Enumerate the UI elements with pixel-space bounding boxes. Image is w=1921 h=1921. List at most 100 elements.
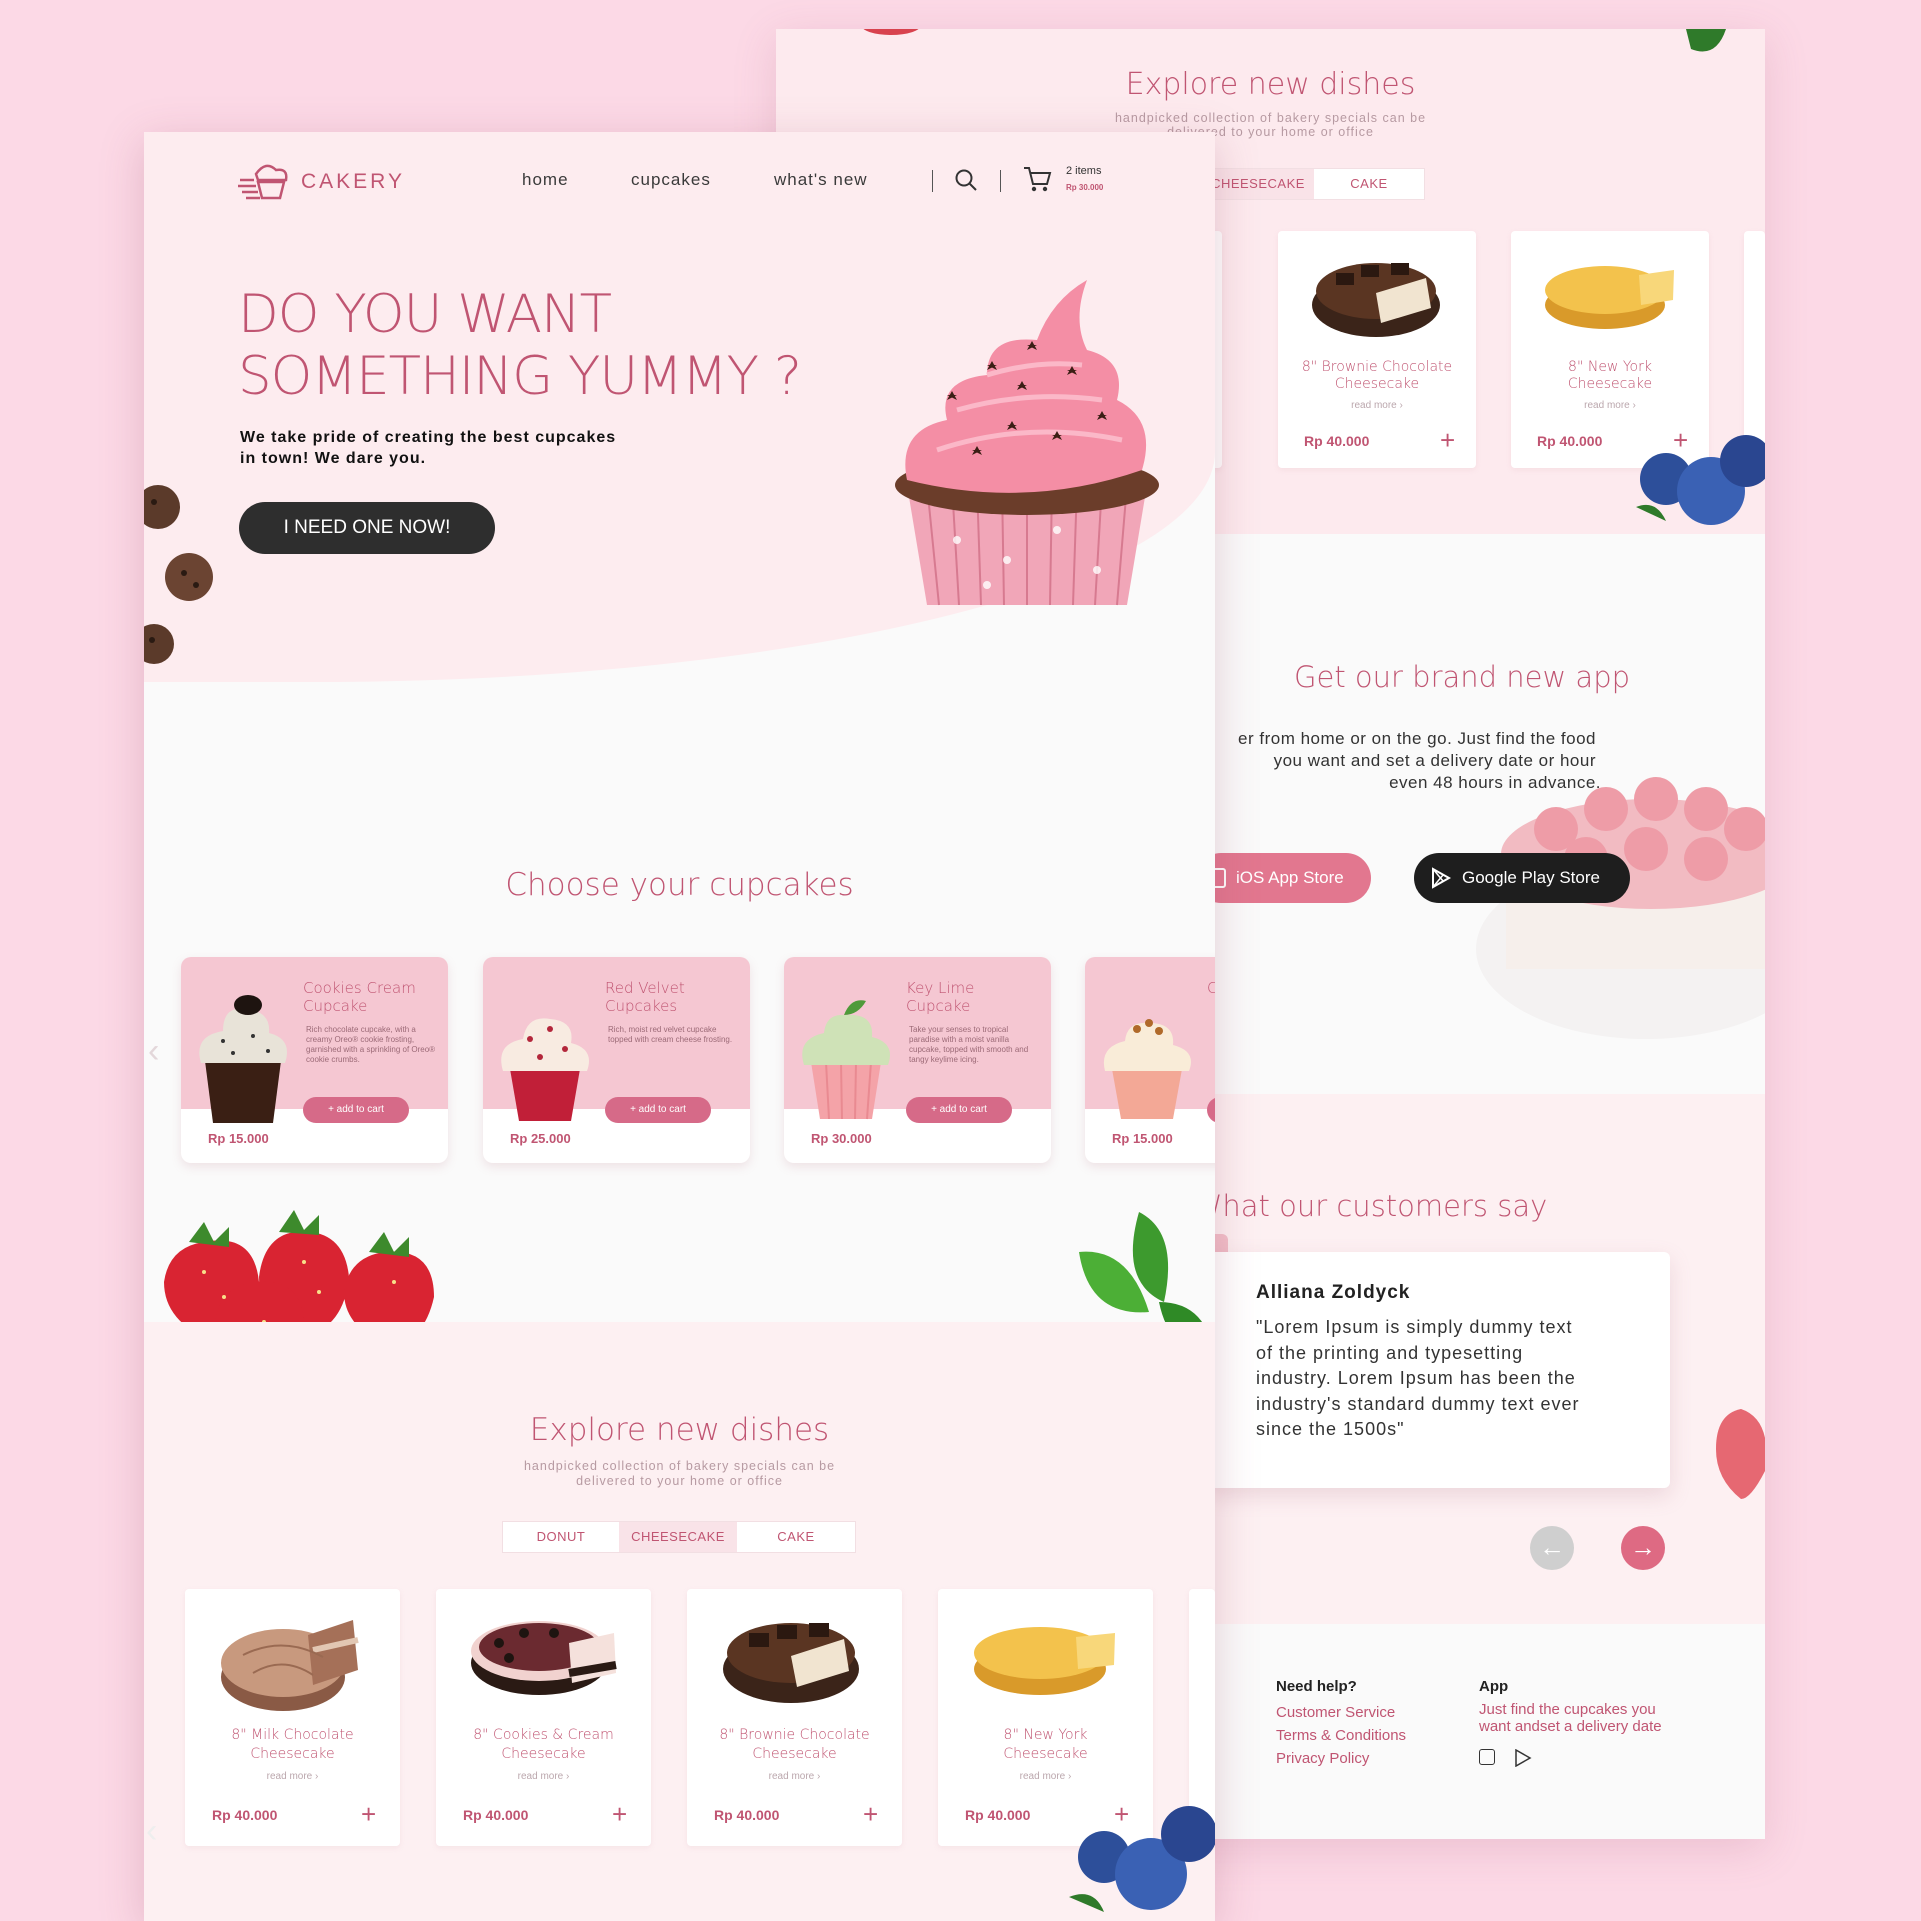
read-more-link[interactable]: read more › <box>687 1771 902 1782</box>
dish-card[interactable]: 8" Cookies & Cream Cheesecake read more … <box>436 1589 651 1846</box>
carousel-prev-icon[interactable]: ‹ <box>148 1032 159 1071</box>
dish-name-2: Cheesecake <box>250 1746 335 1762</box>
read-more-link[interactable]: read more › <box>1278 400 1476 411</box>
quote-line: industry. Lorem Ipsum has been the <box>1256 1368 1576 1388</box>
cookies-image <box>144 485 213 664</box>
strawberry-image <box>1716 1409 1765 1499</box>
search-icon[interactable] <box>954 168 978 192</box>
explore-title: Explore new dishes <box>529 1412 830 1448</box>
dish-card[interactable]: 8" Milk Chocolate Cheesecake read more ›… <box>185 1589 400 1846</box>
app-store-icon[interactable] <box>1479 1749 1495 1765</box>
tab-donut[interactable]: DONUT <box>503 1522 619 1552</box>
front-page: CAKERY home cupcakes what's new 2 items … <box>144 132 1215 1921</box>
mint-leaf-image <box>1686 29 1726 52</box>
hero-cupcake-image <box>895 280 1159 606</box>
tab-cheesecake[interactable]: CHEESECAKE <box>619 1522 737 1552</box>
add-icon[interactable]: + <box>612 1801 627 1827</box>
dish-name: 8" Milk Chocolate <box>231 1727 354 1743</box>
nav-home[interactable]: home <box>522 170 569 190</box>
dish-name-2: Cheesecake <box>1003 1746 1088 1762</box>
next-arrow-icon[interactable]: → <box>1621 1526 1665 1570</box>
brownie-chocolate-cheesecake-image <box>723 1623 859 1703</box>
cupcake-name: Red Velvet Cupcakes <box>605 979 685 1015</box>
ios-store-button[interactable]: iOS App Store <box>1196 853 1371 903</box>
brand-name[interactable]: CAKERY <box>301 170 405 194</box>
dish-name: 8" Brownie Chocolate <box>719 1727 870 1743</box>
cupcake-price: Rp 15.000 <box>208 1131 269 1146</box>
explore-subtitle-back: handpicked collection of bakery specials… <box>1114 111 1427 125</box>
dish-card[interactable]: 8" Brownie Chocolate Cheesecake read mor… <box>687 1589 902 1846</box>
footer-link-privacy[interactable]: Privacy Policy <box>1276 1747 1369 1770</box>
cupcake-price: Rp 30.000 <box>811 1131 872 1146</box>
tab-cake[interactable]: CAKE <box>1314 169 1424 199</box>
dish-name-2: Cheesecake <box>501 1746 586 1762</box>
google-play-button[interactable]: Google Play Store <box>1414 853 1630 903</box>
hero-title: DO YOU WANT SOMETHING YUMMY ? <box>238 284 802 408</box>
cart-icon[interactable] <box>1022 164 1052 194</box>
nav-cupcakes[interactable]: cupcakes <box>631 170 711 190</box>
new-york-cheesecake-image <box>974 1627 1115 1695</box>
cupcake-card[interactable]: Red Velvet Cupcakes Rich, moist red velv… <box>483 957 750 1163</box>
read-more-link[interactable]: read more › <box>1511 400 1709 411</box>
read-more-link[interactable]: read more › <box>938 1771 1153 1782</box>
hero-cta-button[interactable]: I NEED ONE NOW! <box>239 502 495 554</box>
cupcake-price: Rp 25.000 <box>510 1131 571 1146</box>
add-to-cart-button[interactable]: + add to cart <box>605 1097 711 1123</box>
cupcake-desc: Rich chocolate cupcake, with a creamy Or… <box>306 1025 436 1064</box>
add-icon[interactable]: + <box>361 1801 376 1827</box>
footer-link-terms[interactable]: Terms & Conditions <box>1276 1724 1406 1747</box>
quote-line: of the printing and typesetting <box>1256 1342 1524 1363</box>
footer-app-title: App <box>1479 1678 1509 1695</box>
quote-line: industry's standard dummy text ever <box>1256 1393 1580 1414</box>
tab-cheesecake[interactable]: CHEESECAKE <box>1202 169 1314 199</box>
hero-tagline: We take pride of creating the best cupca… <box>240 427 616 469</box>
cupcake-desc: Take your senses to tropical paradise wi… <box>909 1025 1029 1064</box>
red-velvet-cupcake-image <box>501 1018 589 1121</box>
testimonial-name: Alliana Zoldyck <box>1256 1282 1411 1303</box>
dish-tabs-back: CHEESECAKE CAKE <box>1201 168 1425 200</box>
cupcakes-title: Choose your cupcakes <box>505 867 854 903</box>
dish-card[interactable]: 8" Brownie Chocolate Cheesecake read mor… <box>1278 231 1476 468</box>
key-lime-cupcake-image <box>802 1000 890 1120</box>
tab-cake[interactable]: CAKE <box>737 1522 855 1552</box>
explore-subtitle: handpicked collection of bakery specials… <box>523 1459 836 1473</box>
blueberries-image <box>1636 435 1765 525</box>
cupcake-card[interactable]: Cookies Cream Cupcake Rich chocolate cup… <box>181 957 448 1163</box>
hero-tagline-line: in town! We dare you. <box>240 450 427 467</box>
blueberries-image <box>1069 1806 1215 1912</box>
dish-price: Rp 40.000 <box>965 1807 1031 1823</box>
dish-price: Rp 40.000 <box>714 1807 780 1823</box>
nav-whats-new[interactable]: what's new <box>774 170 868 190</box>
add-icon[interactable]: + <box>1440 427 1455 453</box>
carousel-prev-icon[interactable]: ‹ <box>146 1812 157 1851</box>
nav-divider <box>932 170 933 192</box>
dish-price: Rp 40.000 <box>1304 433 1370 449</box>
caramel-cupcake-image <box>1103 1019 1191 1119</box>
dish-name: 8" New York <box>1003 1727 1088 1743</box>
prev-arrow-icon[interactable]: ← <box>1530 1526 1574 1570</box>
dish-tabs: DONUT CHEESECAKE CAKE <box>502 1521 856 1553</box>
cupcake-name: Key Lime Cupcake <box>906 979 975 1015</box>
footer-link-customer-service[interactable]: Customer Service <box>1276 1701 1395 1724</box>
testimonial-card: Alliana Zoldyck "Lorem Ipsum is simply d… <box>1206 1252 1670 1488</box>
google-play-icon[interactable] <box>1514 1749 1532 1767</box>
quote-line: since the 1500s" <box>1256 1419 1405 1439</box>
add-to-cart-button[interactable]: + add to cart <box>303 1097 409 1123</box>
add-to-cart-button[interactable]: + add to cart <box>906 1097 1012 1123</box>
dish-price: Rp 40.000 <box>212 1807 278 1823</box>
read-more-link[interactable]: read more › <box>436 1771 651 1782</box>
footer-app-text: Just find the cupcakes you <box>1479 1701 1656 1718</box>
dish-name: 8" Brownie Chocolate <box>1301 359 1453 375</box>
cupcake-card[interactable]: C Rp 15.000 <box>1085 957 1215 1163</box>
cakery-logo-icon[interactable] <box>238 158 294 204</box>
cupcake-desc: Rich, moist red velvet cupcake topped wi… <box>608 1025 733 1044</box>
read-more-link[interactable]: read more › <box>185 1771 400 1782</box>
cart-total: Rp 30.000 <box>1066 183 1104 192</box>
cookies-cream-cheesecake-image <box>471 1621 617 1695</box>
cupcake-card[interactable]: Key Lime Cupcake Take your senses to tro… <box>784 957 1051 1163</box>
explore-subtitle-2: delivered to your home or office <box>576 1474 783 1488</box>
add-icon[interactable]: + <box>863 1801 878 1827</box>
footer-help-title: Need help? <box>1276 1678 1357 1695</box>
quote-line: "Lorem Ipsum is simply dummy text <box>1256 1317 1573 1337</box>
app-title: Get our brand new app <box>1294 660 1631 694</box>
